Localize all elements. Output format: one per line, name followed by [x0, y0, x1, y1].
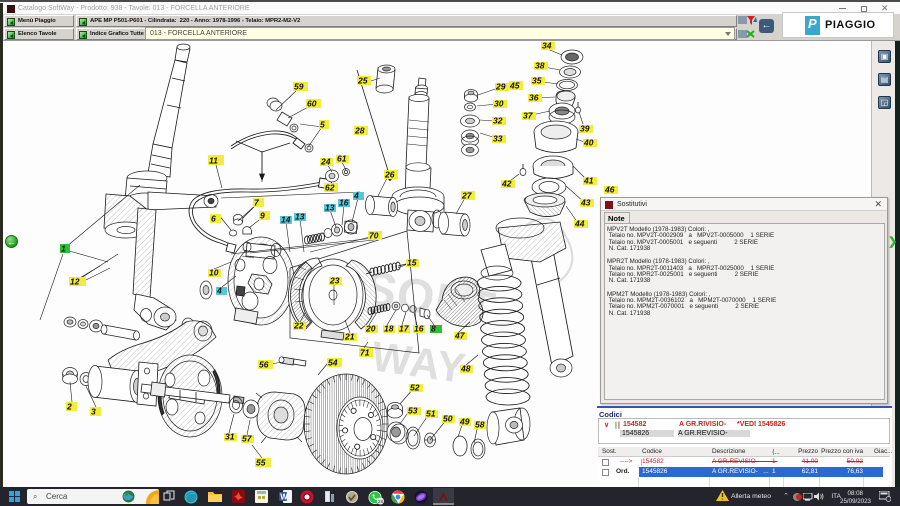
svg-text:12: 12	[70, 277, 80, 287]
svg-text:15: 15	[407, 258, 417, 268]
svg-text:71: 71	[360, 348, 370, 358]
svg-text:46: 46	[604, 185, 615, 195]
svg-text:11: 11	[209, 156, 218, 166]
svg-text:18: 18	[384, 324, 394, 334]
svg-text:24: 24	[320, 157, 331, 167]
svg-text:44: 44	[574, 219, 585, 229]
svg-text:48: 48	[460, 364, 471, 374]
svg-text:8: 8	[431, 324, 436, 334]
svg-text:39: 39	[580, 124, 590, 134]
svg-text:26: 26	[384, 170, 395, 180]
svg-text:60: 60	[307, 99, 317, 109]
svg-text:22: 22	[293, 321, 304, 331]
svg-text:41: 41	[583, 176, 594, 186]
svg-text:36: 36	[529, 93, 539, 103]
svg-text:54: 54	[328, 358, 338, 368]
svg-text:50: 50	[443, 414, 453, 424]
svg-text:W: W	[280, 493, 288, 502]
svg-text:13: 13	[325, 203, 335, 213]
svg-text:34: 34	[542, 41, 552, 51]
svg-text:20: 20	[365, 324, 376, 334]
svg-text:6: 6	[211, 214, 216, 224]
svg-text:61: 61	[337, 154, 347, 164]
svg-text:59: 59	[294, 82, 304, 92]
svg-text:16: 16	[339, 198, 349, 208]
svg-text:28: 28	[354, 126, 365, 136]
svg-text:42: 42	[501, 179, 512, 189]
svg-text:40: 40	[583, 138, 594, 148]
svg-text:4: 4	[353, 191, 359, 201]
svg-text:70: 70	[369, 231, 379, 241]
svg-text:2: 2	[66, 402, 72, 412]
svg-text:14: 14	[281, 215, 291, 225]
svg-text:58: 58	[475, 420, 485, 430]
svg-text:3: 3	[91, 407, 96, 417]
svg-text:16: 16	[414, 324, 424, 334]
svg-text:21: 21	[344, 332, 355, 342]
svg-text:55: 55	[256, 458, 266, 468]
svg-text:13: 13	[295, 212, 305, 222]
svg-text:29: 29	[495, 82, 506, 92]
svg-text:17: 17	[399, 324, 410, 334]
svg-text:52: 52	[410, 383, 420, 393]
svg-text:31: 31	[225, 432, 235, 442]
svg-text:49: 49	[459, 417, 470, 427]
svg-text:51: 51	[426, 409, 436, 419]
svg-text:38: 38	[535, 61, 545, 71]
svg-text:35: 35	[532, 76, 542, 86]
svg-text:53: 53	[408, 406, 418, 416]
svg-text:25: 25	[357, 76, 368, 86]
svg-text:57: 57	[242, 434, 253, 444]
svg-text:62: 62	[325, 183, 335, 193]
svg-text:47: 47	[454, 331, 466, 341]
svg-text:10: 10	[209, 268, 219, 278]
svg-text:45: 45	[509, 81, 520, 91]
svg-text:1: 1	[61, 244, 66, 254]
svg-text:5: 5	[320, 120, 325, 130]
svg-text:37: 37	[523, 111, 534, 121]
svg-text:30: 30	[494, 99, 504, 109]
svg-text:28: 28	[378, 499, 384, 504]
svg-text:43: 43	[580, 198, 591, 208]
svg-text:56: 56	[259, 360, 269, 370]
svg-text:27: 27	[461, 191, 473, 201]
svg-text:4: 4	[216, 286, 222, 296]
svg-text:23: 23	[329, 276, 340, 286]
svg-text:9: 9	[260, 211, 265, 221]
svg-text:33: 33	[493, 134, 503, 144]
svg-text:32: 32	[493, 116, 503, 126]
